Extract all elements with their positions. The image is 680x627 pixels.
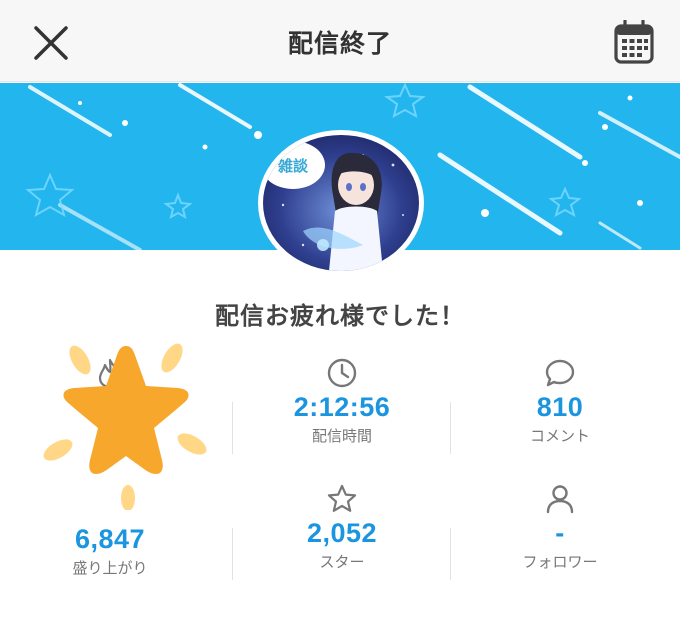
stat-value: 2,052 (306, 518, 378, 548)
streamer-avatar[interactable]: 雑談 (258, 130, 424, 276)
stat-label: 盛り上がり (72, 559, 148, 577)
stat-duration: 2:12:56 配信時間 (232, 356, 452, 446)
stat-label: フォロワー (522, 553, 598, 571)
person-icon (546, 485, 574, 514)
avatar-text: 雑談 (277, 157, 309, 175)
header-bar: 配信終了 (0, 0, 680, 82)
stat-value: - (555, 518, 565, 548)
clock-icon (327, 358, 357, 388)
thank-you-message: 配信お疲れ様でした！ (215, 302, 465, 330)
stat-comments: 810 コメント (450, 356, 670, 446)
big-star-icon (43, 343, 207, 510)
stat-value: 2:12:56 (293, 392, 391, 422)
stat-value: 6,847 (74, 524, 146, 554)
speech-bubble-icon (545, 359, 575, 387)
stat-label: スター (319, 553, 365, 571)
page-title: 配信終了 (287, 29, 392, 58)
stat-label: コメント (529, 427, 590, 445)
stat-stars: 2,052 スター (232, 482, 452, 572)
stat-followers: - フォロワー (450, 482, 670, 572)
calendar-icon[interactable] (614, 20, 654, 64)
star-outline-icon (327, 484, 357, 512)
stat-label: 配信時間 (311, 427, 372, 445)
avatar-illustration: 雑談 (263, 135, 419, 271)
stat-value: 810 (536, 392, 584, 422)
